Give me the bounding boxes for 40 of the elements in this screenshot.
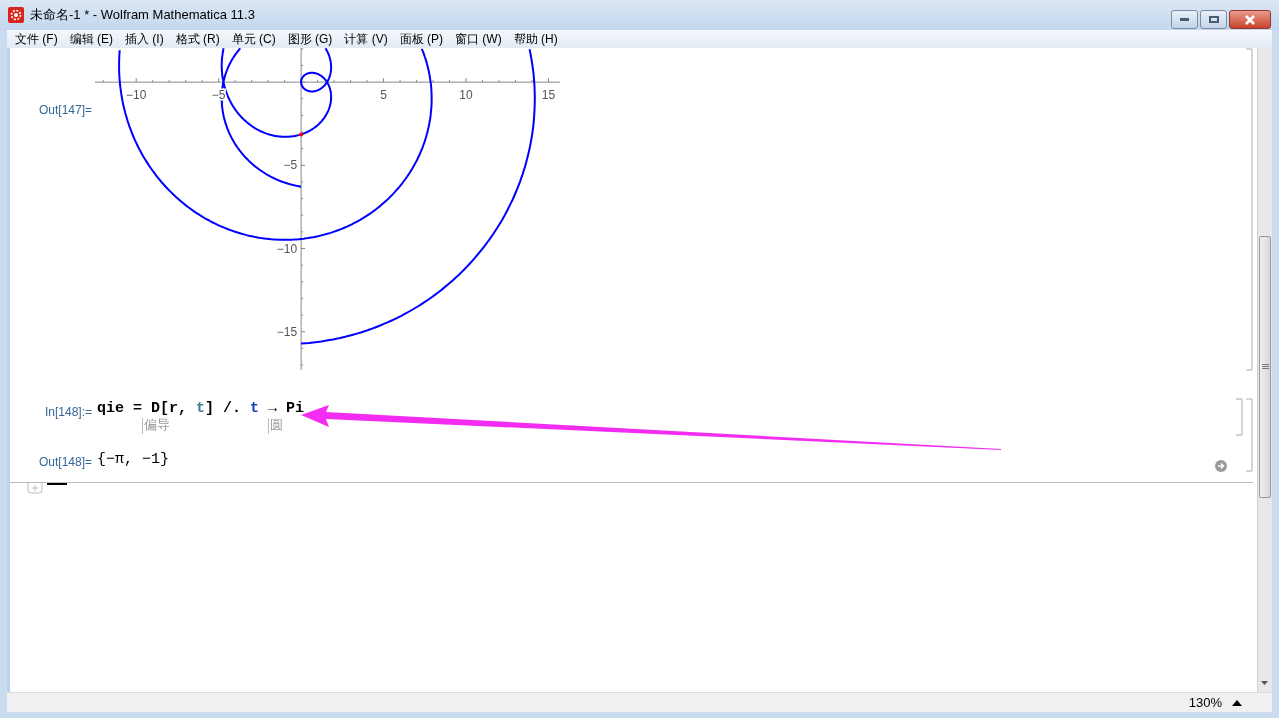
output-value: {−π, −1} [97,450,169,470]
menu-item[interactable]: 面板 (P) [393,30,450,48]
tick-label: −5 [283,158,298,173]
menu-item[interactable]: 单元 (C) [225,30,282,48]
tick-label: 5 [380,88,387,103]
maximize-button[interactable] [1200,10,1227,29]
tick-label: −10 [126,88,147,103]
window-title: 未命名-1 * - Wolfram Mathematica 11.3 [30,6,255,25]
app-logo-icon [8,7,24,23]
zoom-level[interactable]: 130% [1188,692,1222,713]
cell-label: In[148]:= [44,404,92,418]
tick-label: 10 [459,88,473,103]
input-hint: 圆 [268,418,283,434]
tick-label: 15 [541,88,556,103]
close-icon [1244,14,1256,25]
cell-label: Out[148]= [38,454,92,468]
grip-icon [1261,364,1269,370]
cell-label: Out[147]= [38,102,92,117]
tick-label: −10 [276,241,298,256]
menu-item[interactable]: 文件 (F) [9,30,64,48]
tick-label: −15 [276,324,298,339]
input-code[interactable]: qie = D[r, t] /. t → Pi [97,398,305,418]
close-button[interactable] [1229,10,1271,29]
scrollbar-thumb[interactable] [1259,236,1271,498]
cell-bracket[interactable] [1245,48,1253,371]
menu-item[interactable]: 窗口 (W) [449,30,508,48]
menu-item[interactable]: 格式 (R) [169,30,226,48]
input-hint: 偏导 [142,418,170,434]
point-marker [299,132,304,137]
menu-item[interactable]: 图形 (G) [281,30,339,48]
add-cell-icon[interactable] [27,483,43,494]
zoom-up-icon[interactable] [1232,699,1242,706]
menu-item[interactable]: 插入 (I) [119,30,170,48]
cell-bracket[interactable] [1235,398,1243,436]
cell-group-bracket[interactable] [1245,398,1253,472]
menu-item[interactable]: 帮助 (H) [507,30,564,48]
arrow-circle-icon[interactable] [1215,460,1227,472]
menu-item[interactable]: 计算 (V) [338,30,394,48]
menu-item[interactable]: 编辑 (E) [63,30,119,48]
minimize-button[interactable] [1171,10,1198,29]
